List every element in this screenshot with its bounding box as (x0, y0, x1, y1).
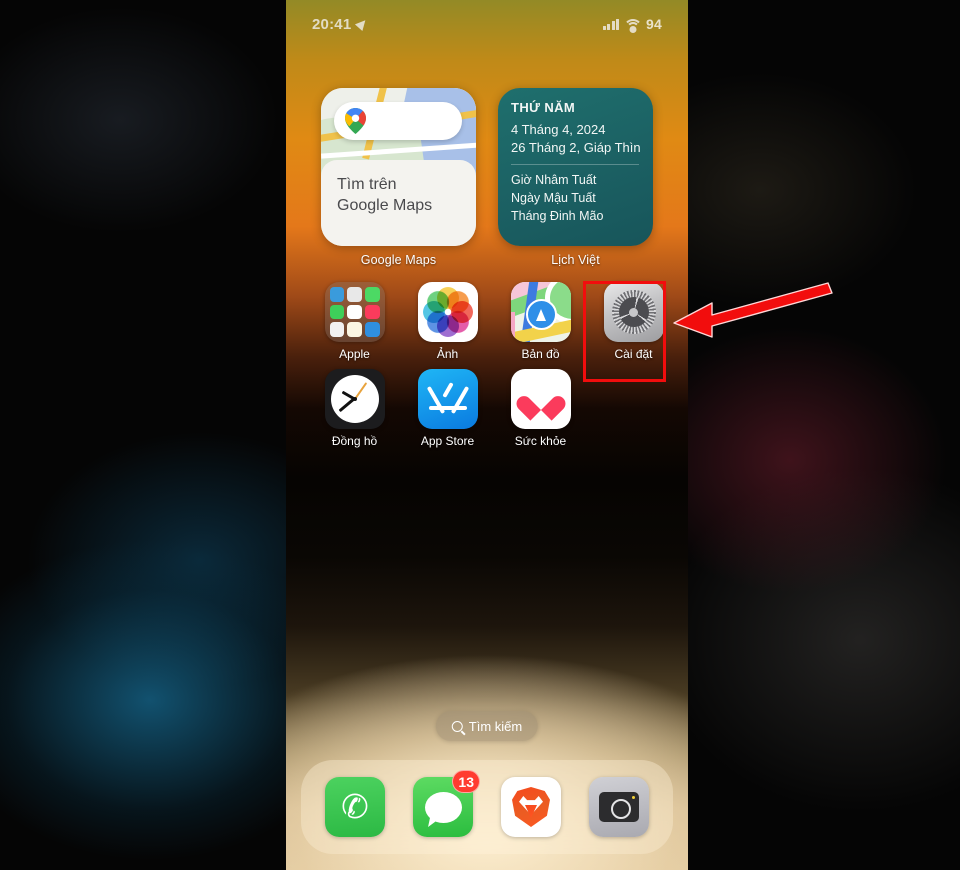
app-settings[interactable]: Cài đặt (587, 282, 680, 361)
app-row-1: Apple Ảnh Bản đồ Cài đặt (286, 282, 688, 361)
app-label: Bản đồ (521, 347, 560, 361)
lich-day: Ngày Mậu Tuất (511, 191, 596, 205)
divider (511, 164, 639, 165)
folder-icon (324, 282, 385, 342)
app-store-icon (417, 369, 478, 429)
widget-row: Tìm trên Google Maps Google Maps THỨ NĂM… (286, 88, 688, 267)
app-apple-folder[interactable]: Apple (308, 282, 401, 361)
lich-lunar-date: 26 Tháng 2, Giáp Thìn (511, 140, 641, 155)
wifi-icon (623, 18, 643, 33)
app-label: App Store (420, 434, 475, 448)
location-arrow-icon (355, 16, 370, 32)
photos-icon (417, 282, 478, 342)
health-heart-icon (510, 369, 571, 429)
app-label: Apple (339, 347, 370, 361)
brave-lion-icon (512, 787, 550, 827)
app-label: Cài đặt (614, 347, 653, 361)
widget-label-google-maps: Google Maps (360, 253, 437, 267)
battery-percent: 94 (646, 16, 662, 32)
dock-camera-icon[interactable] (589, 777, 649, 837)
app-label: Sức khỏe (514, 434, 567, 448)
search-pill[interactable]: Tìm kiếm (435, 711, 539, 741)
lich-weekday: THỨ NĂM (511, 100, 576, 115)
apple-maps-icon (510, 282, 571, 342)
app-clock[interactable]: Đồng hồ (308, 369, 401, 448)
app-label: Đồng hồ (331, 434, 378, 448)
cellular-signal-icon (602, 18, 620, 30)
app-app-store[interactable]: App Store (401, 369, 494, 448)
messages-badge: 13 (452, 770, 480, 793)
status-bar: 20:41 94 (286, 0, 688, 48)
lich-month: Tháng Đinh Mão (511, 209, 604, 223)
search-icon (451, 720, 463, 732)
maps-widget-card: Tìm trên Google Maps (321, 160, 476, 246)
widget-google-maps[interactable]: Tìm trên Google Maps Google Maps (321, 88, 476, 267)
lich-solar-date: 4 Tháng 4, 2024 (511, 122, 606, 137)
app-grid: Apple Ảnh Bản đồ Cài đặt Đồng hồ App Sto… (286, 282, 688, 456)
app-health[interactable]: Sức khỏe (494, 369, 587, 448)
maps-search-pill[interactable] (334, 102, 462, 140)
lich-hour: Giờ Nhâm Tuất (511, 173, 597, 187)
dock-messages-icon[interactable]: 13 (413, 770, 480, 837)
phone-screen: 20:41 94 Tìm trên Google Maps Google Map… (286, 0, 688, 870)
settings-gear-icon (603, 282, 664, 342)
widget-lich-viet[interactable]: THỨ NĂM 4 Tháng 4, 2024 26 Tháng 2, Giáp… (498, 88, 653, 267)
app-apple-maps[interactable]: Bản đồ (494, 282, 587, 361)
maps-card-line1: Tìm trên (337, 176, 397, 193)
app-label: Ảnh (436, 347, 459, 361)
widget-label-lich-viet: Lịch Việt (551, 253, 600, 267)
app-photos[interactable]: Ảnh (401, 282, 494, 361)
search-label: Tìm kiếm (468, 718, 523, 734)
google-maps-pin-icon (345, 108, 366, 134)
dock: ✆ 13 (301, 760, 673, 854)
clock-icon (324, 369, 385, 429)
status-time: 20:41 (312, 15, 352, 33)
dock-brave-icon[interactable] (501, 777, 561, 837)
dock-phone-icon[interactable]: ✆ (325, 777, 385, 837)
maps-card-line2: Google Maps (337, 197, 433, 214)
app-row-2: Đồng hồ App Store Sức khỏe (286, 369, 688, 448)
